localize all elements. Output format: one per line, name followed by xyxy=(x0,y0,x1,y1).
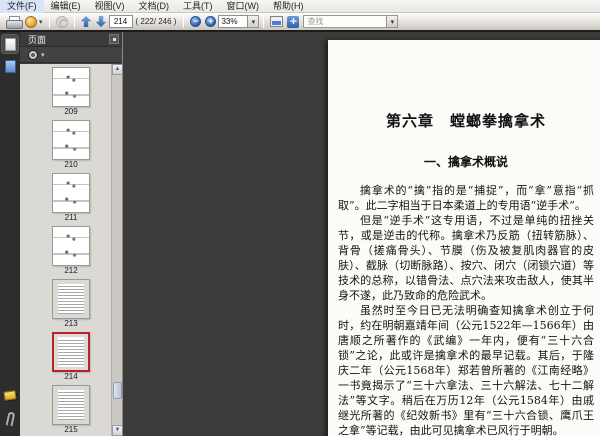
pages-icon xyxy=(4,37,16,51)
thumbnail-image xyxy=(52,279,90,319)
pages-panel-header: 页面 xyxy=(20,32,122,47)
thumbnail-page-214-selected[interactable]: 214 xyxy=(36,332,106,382)
menu-file[interactable]: 文件(F) xyxy=(0,0,44,13)
zoom-out-button[interactable]: − xyxy=(188,14,203,30)
page-content: 第六章 螳螂拳擒拿术 一、擒拿术概说 擒拿术的“擒”指的是“捕捉”，而“拿”意指… xyxy=(338,40,594,436)
toolbar-separator xyxy=(183,15,185,28)
pages-panel: 页面 ▾ 209 210 211 212 213 214 215 ▲ ▼ xyxy=(20,32,123,436)
bookmarks-panel-button[interactable] xyxy=(1,56,19,76)
thumbnail-number: 209 xyxy=(64,107,78,116)
attachments-panel-button[interactable] xyxy=(5,411,15,427)
thumbnail-page-212[interactable]: 212 xyxy=(36,226,106,276)
bookmarks-icon xyxy=(4,59,16,73)
fit-page-button[interactable]: ✛ xyxy=(285,14,301,30)
toolbar-separator xyxy=(263,15,265,28)
document-view[interactable]: 第六章 螳螂拳擒拿术 一、擒拿术概说 擒拿术的“擒”指的是“捕捉”，而“拿”意指… xyxy=(124,32,600,436)
thumbnail-image xyxy=(52,67,90,107)
next-page-button[interactable] xyxy=(94,14,109,30)
print-icon xyxy=(6,15,23,29)
zoom-level-combo: 33% ▾ xyxy=(218,15,260,28)
menubar: 文件(F) 编辑(E) 视图(V) 文档(D) 工具(T) 窗口(W) 帮助(H… xyxy=(0,0,600,13)
fit-width-button[interactable] xyxy=(268,14,285,30)
nav-strip-bottom xyxy=(0,390,20,436)
thumbnail-number: 212 xyxy=(64,266,78,275)
page-count-label: ( 222/ 246 ) xyxy=(135,17,177,26)
body-text: 擒拿术的“擒”指的是“捕捉”，而“拿”意指“抓取”。此二字相当于日本柔道上的专用… xyxy=(338,183,594,436)
paragraph: 但是“逆手术”这专用语，不过是单纯的扭挫关节，或是逆击的代称。擒拿术乃反筋（扭转… xyxy=(338,214,594,302)
thumbnail-scrollbar[interactable]: ▲ ▼ xyxy=(111,64,122,436)
previous-view-button[interactable] xyxy=(54,14,70,30)
previous-page-button[interactable] xyxy=(79,14,94,30)
thumbnail-page-210[interactable]: 210 xyxy=(36,120,106,170)
zoom-in-icon: + xyxy=(205,16,217,27)
paragraph: 虽然时至今日已无法明确查知擒拿术创立于何时，约在明朝嘉靖年间（公元1522年—1… xyxy=(338,304,594,436)
toolbar-separator xyxy=(48,15,50,28)
menu-edit[interactable]: 编辑(E) xyxy=(44,0,88,13)
page-number-input[interactable] xyxy=(108,15,133,28)
thumbnail-image xyxy=(52,226,90,266)
comments-panel-button[interactable] xyxy=(3,390,17,401)
main-region: 页面 ▾ 209 210 211 212 213 214 215 ▲ ▼ 第六章… xyxy=(0,32,600,436)
thumbnail-image xyxy=(52,173,90,213)
thumbnail-page-211[interactable]: 211 xyxy=(36,173,106,223)
thumbnail-page-215[interactable]: 215 xyxy=(36,385,106,435)
zoom-in-button[interactable]: + xyxy=(203,14,218,30)
chapter-title: 第六章 螳螂拳擒拿术 xyxy=(385,112,546,130)
menu-help[interactable]: 帮助(H) xyxy=(266,0,311,13)
thumbnail-image xyxy=(52,385,90,425)
thumbnail-number: 211 xyxy=(64,213,78,222)
find-input[interactable] xyxy=(303,15,388,28)
find-options-button[interactable]: ▾ xyxy=(387,15,399,28)
thumbnail-page-209[interactable]: 209 xyxy=(36,67,106,117)
scrollbar-thumb[interactable] xyxy=(113,382,122,399)
fit-page-icon: ✛ xyxy=(287,15,300,28)
pages-panel-button[interactable] xyxy=(1,34,19,54)
nav-strip xyxy=(0,32,20,436)
thumbnail-number: 213 xyxy=(64,319,78,328)
thumbnail-number: 210 xyxy=(64,160,78,169)
menu-document[interactable]: 文档(D) xyxy=(132,0,177,13)
options-gear-icon[interactable] xyxy=(28,49,38,60)
fit-width-icon xyxy=(270,16,284,27)
options-dropdown-icon[interactable]: ▾ xyxy=(41,51,45,59)
thumbnail-image xyxy=(52,332,90,372)
export-icon xyxy=(25,15,37,28)
thumbnail-number: 215 xyxy=(64,425,78,434)
section-title: 一、擒拿术概说 xyxy=(423,155,508,169)
pdf-viewer-window: 文件(F) 编辑(E) 视图(V) 文档(D) 工具(T) 窗口(W) 帮助(H… xyxy=(0,0,600,436)
scroll-down-icon[interactable]: ▼ xyxy=(112,425,122,436)
toolbar-separator xyxy=(73,15,75,28)
scroll-up-icon[interactable]: ▲ xyxy=(112,64,122,75)
zoom-dropdown-button[interactable]: ▾ xyxy=(248,15,260,28)
menu-view[interactable]: 视图(V) xyxy=(88,0,132,13)
pages-panel-title: 页面 xyxy=(28,34,47,45)
zoom-out-icon: − xyxy=(190,16,202,27)
export-dropdown-icon: ▾ xyxy=(39,18,43,26)
thumbnail-page-213[interactable]: 213 xyxy=(36,279,106,329)
export-button[interactable]: ▾ xyxy=(23,14,45,30)
thumbnail-list: 209 210 211 212 213 214 215 ▲ ▼ xyxy=(20,64,122,436)
document-page: 第六章 螳螂拳擒拿术 一、擒拿术概说 擒拿术的“擒”指的是“捕捉”，而“拿”意指… xyxy=(328,40,600,436)
print-button[interactable] xyxy=(4,14,23,30)
menu-tools[interactable]: 工具(T) xyxy=(176,0,220,13)
toolbar: ▾ ( 222/ 246 ) − + 33% ▾ ✛ xyxy=(0,13,600,30)
zoom-level-value[interactable]: 33% xyxy=(218,15,249,28)
previous-page-icon xyxy=(80,16,92,27)
previous-view-icon xyxy=(55,15,68,28)
next-page-icon xyxy=(95,16,107,27)
thumbnail-image xyxy=(52,120,90,160)
pages-panel-toolbar: ▾ xyxy=(20,47,122,63)
menu-window[interactable]: 窗口(W) xyxy=(220,0,267,13)
paragraph: 擒拿术的“擒”指的是“捕捉”，而“拿”意指“抓取”。此二字相当于日本柔道上的专用… xyxy=(338,184,594,212)
thumbnail-number: 214 xyxy=(64,372,78,381)
panel-menu-button[interactable] xyxy=(109,34,119,44)
find-group: ▾ xyxy=(303,15,399,28)
